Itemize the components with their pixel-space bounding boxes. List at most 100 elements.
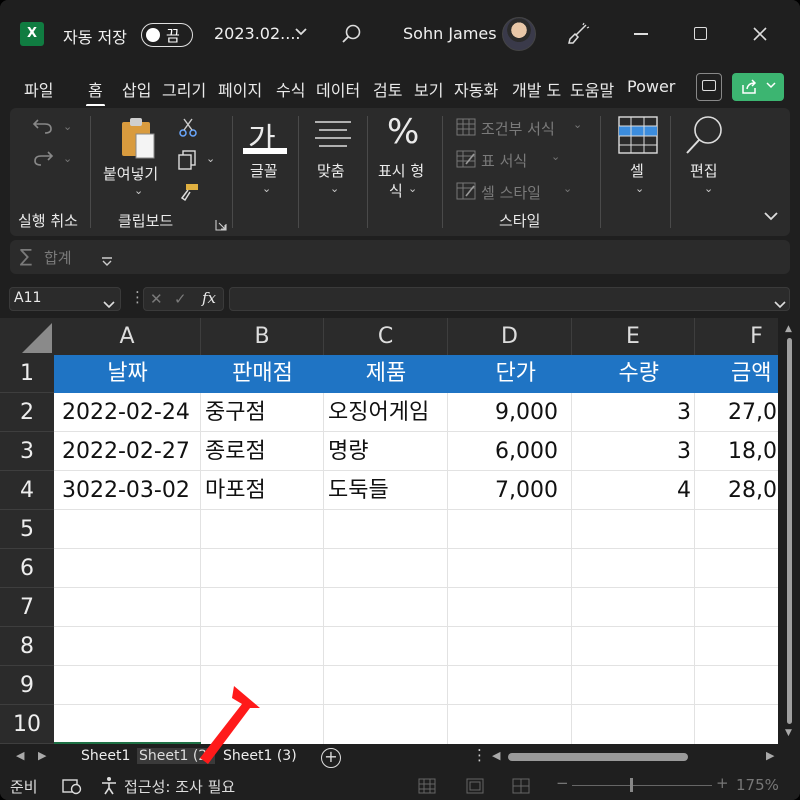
paste-dropdown-icon[interactable]: ⌄: [134, 184, 143, 197]
number-dropdown-icon[interactable]: ⌄: [408, 182, 417, 195]
scroll-left-icon[interactable]: ◀: [492, 749, 500, 762]
table-cell[interactable]: 3022-03-02: [62, 471, 201, 510]
copy-icon[interactable]: [178, 150, 198, 174]
table-cell[interactable]: 마포점: [205, 471, 323, 510]
header-cell-amount[interactable]: 금액: [695, 355, 778, 393]
select-all-button[interactable]: [0, 318, 54, 355]
header-cell-date[interactable]: 날짜: [54, 355, 201, 393]
conditional-format-dropdown-icon[interactable]: ⌄: [573, 118, 582, 131]
table-cell[interactable]: 중구점: [205, 393, 323, 432]
cell-style-icon[interactable]: [456, 182, 476, 204]
table-format-dropdown-icon[interactable]: ⌄: [551, 150, 560, 163]
redo-dropdown-icon[interactable]: ⌄: [63, 152, 72, 165]
chevron-down-icon[interactable]: [774, 294, 786, 313]
zoom-slider-track[interactable]: [572, 785, 712, 786]
row-header-8[interactable]: 8: [0, 627, 54, 666]
worksheet-grid[interactable]: A B C D E F 1 2 3 4 5 6 7 8 9 10 날짜 판매점 …: [0, 318, 778, 744]
sum-icon[interactable]: ∑: [20, 246, 32, 267]
table-cell[interactable]: 7,000: [448, 471, 558, 510]
table-cell[interactable]: 오징어게임: [328, 393, 447, 432]
editing-dropdown-icon[interactable]: ⌄: [704, 182, 713, 195]
prev-sheet-icon[interactable]: ◀: [16, 749, 24, 762]
table-format-label[interactable]: 표 서식: [481, 150, 527, 171]
column-header-c[interactable]: C: [324, 318, 448, 355]
tab-data[interactable]: 데이터: [316, 77, 360, 101]
paste-label[interactable]: 붙여넣기: [103, 163, 158, 184]
sum-label[interactable]: 합계: [44, 247, 72, 268]
tab-draw[interactable]: 그리기: [162, 77, 206, 101]
editing-label[interactable]: 편집: [690, 160, 718, 181]
normal-view-icon[interactable]: [418, 778, 436, 798]
scroll-right-icon[interactable]: ▶: [766, 749, 774, 762]
column-header-d[interactable]: D: [448, 318, 572, 355]
customize-toolbar-icon[interactable]: [101, 252, 113, 271]
scroll-thumb[interactable]: [787, 338, 792, 724]
formula-input[interactable]: [229, 287, 790, 311]
zoom-level[interactable]: 175%: [736, 776, 779, 794]
align-icon[interactable]: [313, 120, 353, 152]
table-cell[interactable]: 18,000: [728, 432, 778, 471]
cancel-icon[interactable]: ✕: [150, 290, 163, 308]
percent-icon[interactable]: %: [387, 112, 419, 152]
tab-formulas[interactable]: 수식: [276, 77, 305, 101]
column-header-e[interactable]: E: [572, 318, 695, 355]
tab-insert[interactable]: 삽입: [122, 77, 151, 101]
editing-search-icon[interactable]: [684, 114, 724, 160]
cell-style-label[interactable]: 셀 스타일: [481, 182, 541, 203]
table-cell[interactable]: 3: [572, 393, 691, 432]
page-layout-view-icon[interactable]: [466, 778, 484, 798]
align-label[interactable]: 맞춤: [317, 160, 345, 181]
redo-icon[interactable]: [32, 148, 54, 172]
autosave-toggle[interactable]: 끔: [141, 23, 193, 47]
row-header-6[interactable]: 6: [0, 549, 54, 588]
close-icon[interactable]: [752, 23, 768, 47]
cells-label[interactable]: 셀: [630, 160, 644, 181]
header-cell-store[interactable]: 판매점: [201, 355, 324, 393]
header-cell-product[interactable]: 제품: [324, 355, 448, 393]
conditional-format-label[interactable]: 조건부 서식: [481, 118, 555, 139]
vertical-scrollbar[interactable]: ▲ ▼: [778, 318, 800, 744]
row-header-5[interactable]: 5: [0, 510, 54, 549]
format-painter-icon[interactable]: [178, 182, 200, 206]
tab-help[interactable]: 도움말: [570, 77, 614, 101]
chevron-down-icon[interactable]: [103, 294, 115, 313]
zoom-in-button[interactable]: +: [716, 774, 729, 792]
chevron-down-icon[interactable]: [295, 26, 307, 41]
table-cell[interactable]: 3: [572, 432, 691, 471]
accessibility-icon[interactable]: [100, 776, 120, 800]
tab-developer[interactable]: 개발 도: [512, 77, 561, 101]
scroll-down-icon[interactable]: ▼: [785, 728, 792, 738]
file-name[interactable]: 2023.02....: [214, 24, 301, 43]
cell-style-dropdown-icon[interactable]: ⌄: [563, 182, 572, 195]
number-format-label[interactable]: 표시 형: [378, 160, 424, 181]
row-header-4[interactable]: 4: [0, 471, 54, 510]
table-cell[interactable]: 도둑들: [328, 471, 447, 510]
font-label[interactable]: 글꼴: [250, 160, 278, 181]
ribbon-collapse-icon[interactable]: [764, 206, 778, 225]
search-icon[interactable]: [340, 22, 364, 46]
number-format-label-2[interactable]: 식: [389, 180, 403, 201]
minimize-icon[interactable]: [634, 33, 648, 35]
cut-icon[interactable]: [178, 118, 198, 142]
table-cell[interactable]: 명량: [328, 432, 447, 471]
designer-brush-icon[interactable]: [566, 22, 590, 46]
conditional-format-icon[interactable]: [456, 118, 476, 140]
confirm-icon[interactable]: ✓: [174, 290, 187, 308]
avatar[interactable]: [502, 17, 536, 51]
row-header-7[interactable]: 7: [0, 588, 54, 627]
page-break-view-icon[interactable]: [512, 778, 530, 798]
sheet-tab-1[interactable]: Sheet1: [81, 748, 130, 764]
font-dropdown-icon[interactable]: ⌄: [262, 182, 271, 195]
tab-power[interactable]: Power: [627, 77, 675, 96]
row-header-10[interactable]: 10: [0, 705, 54, 744]
column-header-a[interactable]: A: [54, 318, 201, 355]
tab-home[interactable]: 홈: [86, 77, 105, 106]
name-box[interactable]: A11: [9, 287, 121, 311]
column-header-b[interactable]: B: [201, 318, 324, 355]
table-cell[interactable]: 2022-02-24: [62, 393, 201, 432]
tab-file[interactable]: 파일: [24, 77, 53, 101]
comments-button[interactable]: [696, 73, 722, 101]
user-name[interactable]: Sohn James: [403, 24, 497, 43]
zoom-slider-thumb[interactable]: [630, 778, 633, 792]
table-cell[interactable]: 9,000: [448, 393, 558, 432]
